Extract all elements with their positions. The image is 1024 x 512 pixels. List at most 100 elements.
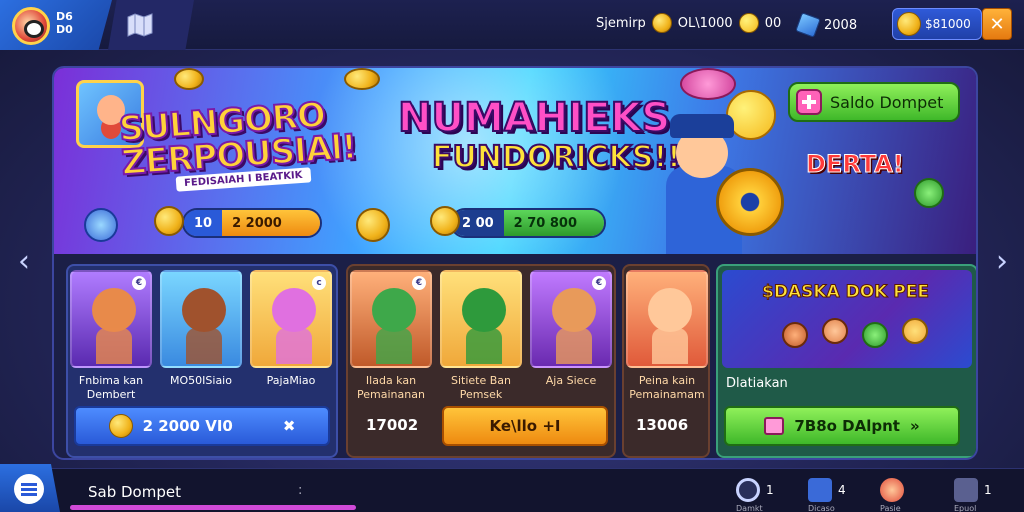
game-group-single: Peina kain Pemainamam 13006 xyxy=(622,264,710,458)
game-card-label: Sitiete Ban Pemsek xyxy=(450,374,511,401)
character-icon xyxy=(782,322,808,348)
game-card-label: Ilada kan Pemainanan xyxy=(357,374,425,401)
wallet-status-label: Sab Dompet xyxy=(88,483,181,501)
game-group-a: € c Fnbima kan Dembert MO50ISiaio PajaMi… xyxy=(66,264,338,458)
reward-pill-1: 10 2 2000 xyxy=(182,208,322,238)
badge-icon: € xyxy=(592,276,606,290)
nav-profile-caption: Pasie xyxy=(880,504,901,512)
coin-icon xyxy=(651,13,672,33)
reward-pill-2: 2 00 2 70 800 xyxy=(450,208,606,238)
coin-icon xyxy=(154,206,184,236)
promo-button-value: 7B8o DAlpnt xyxy=(794,417,900,435)
coin-decoration xyxy=(344,68,380,90)
mascot-character xyxy=(646,108,784,254)
nav-bag-caption: Epuol xyxy=(954,504,977,512)
banner-tagline: DERTA! xyxy=(806,150,905,179)
character-icon xyxy=(182,288,226,364)
banner-title-left: SULNGORO ZERPOUSIAl! xyxy=(117,94,359,184)
game-group-b: € € Ilada kan Pemainanan Sitiete Ban Pem… xyxy=(346,264,616,458)
wallet-chip[interactable]: $81000 xyxy=(892,8,982,40)
game-card[interactable]: c xyxy=(250,270,332,368)
character-icon xyxy=(92,288,136,364)
nav-item-bag[interactable]: 1 xyxy=(954,478,992,502)
single-card-value: 13006 xyxy=(636,416,689,434)
badge-icon: € xyxy=(412,276,426,290)
promo-card[interactable]: $DASKA DOK PEE Dlatiakan 7B8o DAlpnt » xyxy=(716,264,976,458)
tools-icon: ✖ xyxy=(282,417,296,435)
reward-pill-1-right: 2 2000 xyxy=(222,210,320,236)
game-card[interactable]: € xyxy=(350,270,432,368)
character-icon xyxy=(552,288,596,364)
group-b-action-button[interactable]: Ke\llo +I xyxy=(442,406,608,446)
nav-gift-caption: Dicaso xyxy=(808,504,835,512)
saldo-dompet-button[interactable]: Saldo Dompet xyxy=(788,82,960,122)
nav-record-value: 1 xyxy=(766,483,774,497)
game-card-label: MO50ISiaio xyxy=(170,374,232,387)
nav-item-record[interactable]: 1 xyxy=(736,478,774,502)
coin-decoration xyxy=(356,208,390,242)
menu-icon[interactable] xyxy=(14,474,44,504)
gem-count: 2008 xyxy=(824,17,858,33)
character-icon xyxy=(372,288,416,364)
banner-title-main: NUMAHIEKS xyxy=(397,95,671,141)
game-card[interactable] xyxy=(160,270,242,368)
forward-icon: » xyxy=(909,417,920,435)
bag-icon xyxy=(954,478,978,502)
currency-stats: Sjemirp OL\1000 00 xyxy=(596,13,781,33)
game-card-label: Aja Siece xyxy=(545,374,597,387)
map-icon[interactable] xyxy=(126,13,154,37)
player-level: D6 D0 xyxy=(56,10,73,36)
profile-icon xyxy=(880,478,904,502)
next-arrow-icon[interactable]: › xyxy=(992,244,1012,280)
coin-count-2: 00 xyxy=(764,15,782,31)
prev-arrow-icon[interactable]: ‹ xyxy=(14,244,34,280)
gift-icon xyxy=(808,478,832,502)
nav-item-gift[interactable]: 4 xyxy=(808,478,846,502)
nav-gift-value: 4 xyxy=(838,483,846,497)
promo-image: $DASKA DOK PEE xyxy=(722,270,972,368)
main-panel: SULNGORO ZERPOUSIAl! FEDISAIAH I BEATKIK… xyxy=(52,66,978,460)
gem-icon xyxy=(795,12,821,38)
group-a-button-value: 2 2000 VI0 xyxy=(142,417,233,435)
coin-decoration xyxy=(914,178,944,208)
promo-action-button[interactable]: 7B8o DAlpnt » xyxy=(724,406,960,446)
character-icon xyxy=(862,322,888,348)
character-icon xyxy=(902,318,928,344)
coin-count: OL\1000 xyxy=(677,15,733,31)
game-card-label: Peina kain Pemainamam xyxy=(629,374,705,401)
badge-icon: c xyxy=(312,276,326,290)
game-card-label: PajaMiao xyxy=(266,374,316,387)
ticket-icon xyxy=(764,417,785,435)
game-card[interactable]: € xyxy=(530,270,612,368)
coin-icon-2 xyxy=(738,13,759,33)
gem-counter[interactable]: 2008 xyxy=(795,10,874,40)
close-button[interactable]: ✕ xyxy=(982,8,1012,40)
saldo-dompet-label: Saldo Dompet xyxy=(830,92,944,112)
nav-item-profile[interactable] xyxy=(880,478,910,502)
coin-icon xyxy=(430,206,460,236)
game-card[interactable] xyxy=(440,270,522,368)
game-card[interactable] xyxy=(626,270,708,368)
game-card[interactable]: € xyxy=(70,270,152,368)
game-card-label: Fnbima kan Dembert xyxy=(78,374,144,401)
wallet-balance: $81000 xyxy=(925,17,971,31)
banner-title-main-2: FUNDORICKS!! xyxy=(431,139,682,176)
plus-icon xyxy=(796,89,822,115)
smiley-coin-icon xyxy=(108,414,133,438)
progress-bar xyxy=(70,505,356,510)
promo-banner[interactable]: SULNGORO ZERPOUSIAl! FEDISAIAH I BEATKIK… xyxy=(54,68,976,254)
stats-label: Sjemirp xyxy=(596,15,646,31)
character-icon xyxy=(272,288,316,364)
coin-decoration xyxy=(680,68,736,100)
record-icon xyxy=(736,478,760,502)
promo-subtitle: Dlatiakan xyxy=(726,376,788,391)
avatar[interactable] xyxy=(12,7,50,45)
group-a-action-button[interactable]: 2 2000 VI0 ✖ xyxy=(74,406,330,446)
smiley-coin-icon xyxy=(897,12,921,36)
badge-icon: € xyxy=(132,276,146,290)
reward-pill-1-left: 10 xyxy=(184,210,223,236)
more-options-icon[interactable]: : xyxy=(298,483,302,498)
group-b-value: 17002 xyxy=(366,416,419,434)
character-icon xyxy=(648,288,692,364)
coin-decoration xyxy=(174,68,204,90)
